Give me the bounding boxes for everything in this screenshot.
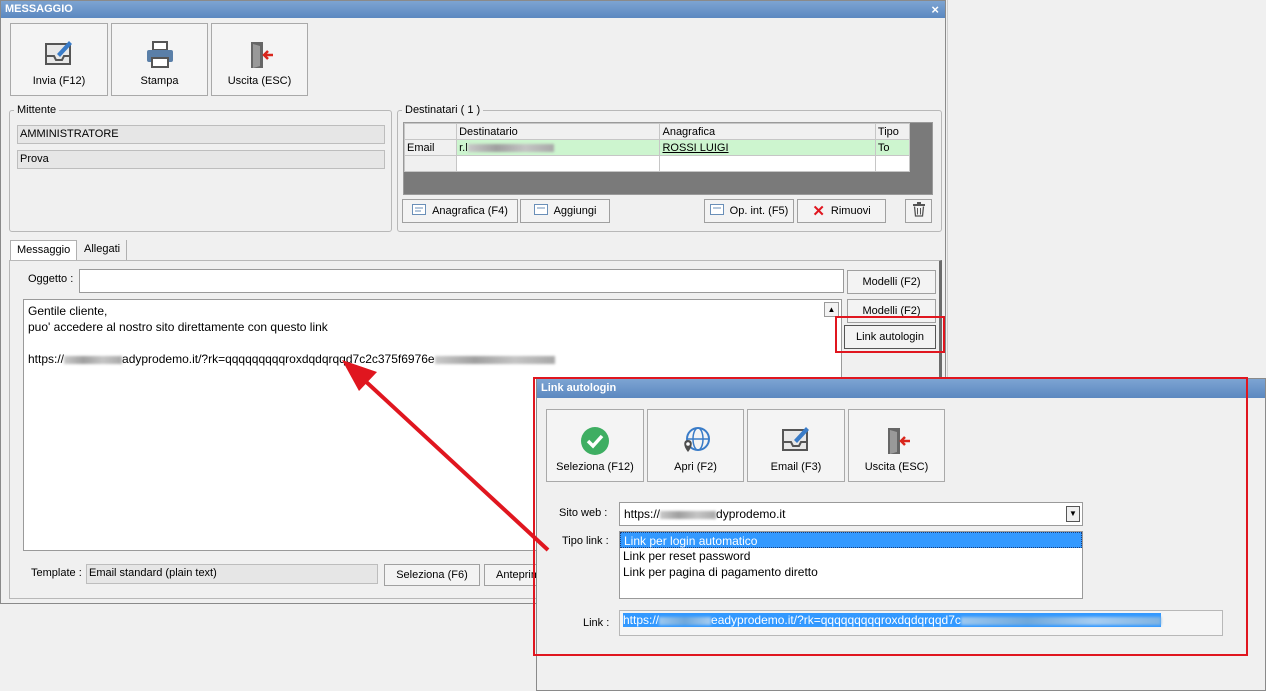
table-row-empty[interactable]	[403, 155, 911, 172]
dialog-titlebar: Link autologin	[537, 379, 1265, 398]
globe-pin-icon	[648, 424, 743, 458]
recipient-cell[interactable]: r.l	[456, 139, 661, 156]
site-label: Sito web :	[559, 507, 608, 519]
apri-button[interactable]: Apri (F2)	[647, 409, 744, 482]
send-button-label: Invia (F12)	[32, 75, 86, 87]
card-icon	[533, 204, 548, 218]
link-label: Link :	[583, 617, 610, 629]
card-icon	[412, 204, 427, 218]
remove-button-label: Rimuovi	[830, 205, 871, 217]
list-item-login-automatico[interactable]: Link per login automatico	[620, 532, 1082, 548]
redacted-blur	[467, 143, 554, 152]
link-type-label: Tipo link :	[562, 535, 609, 547]
models-button-body[interactable]: Modelli (F2)	[847, 299, 936, 323]
tab-messaggio[interactable]: Messaggio	[10, 240, 78, 260]
recipients-grid[interactable]: Destinatario Anagrafica Tipo Email r.l R…	[403, 122, 933, 195]
select-template-button[interactable]: Seleziona (F6)	[384, 564, 480, 586]
anagrafica-button-label: Anagrafica (F4)	[432, 205, 508, 217]
seleziona-button-label: Seleziona (F12)	[556, 461, 634, 473]
link-output-mid: eadyprodemo.it/?rk=qqqqqqqqqroxdqdqrqqd7…	[711, 613, 961, 627]
link-output-text: https:// eadyprodemo.it/?rk=qqqqqqqqqroxd…	[623, 613, 1161, 627]
add-recipient-button[interactable]: Aggiungi	[520, 199, 610, 223]
send-button[interactable]: Invia (F12)	[10, 23, 108, 96]
redacted-blur	[960, 616, 1161, 625]
message-titlebar: MESSAGGIO ×	[1, 1, 945, 18]
sender-detail-field: Prova	[17, 150, 385, 169]
redacted-blur	[659, 616, 712, 625]
anagrafica-cell[interactable]: ROSSI LUIGI	[659, 139, 876, 156]
body-link-mid: adyprodemo.it/?rk=qqqqqqqqqroxdqdqrqqd7c…	[122, 352, 435, 366]
recipient-prefix: r.l	[459, 141, 468, 154]
print-button-label: Stampa	[140, 75, 179, 87]
op-int-label: Op. int. (F5)	[729, 205, 789, 217]
exit-door-icon	[212, 38, 307, 72]
sender-name-field: AMMINISTRATORE	[17, 125, 385, 144]
site-prefix: https://	[624, 507, 661, 521]
trash-button[interactable]	[905, 199, 932, 223]
send-mail-icon	[748, 424, 844, 458]
remove-button[interactable]: ✕ Rimuovi	[797, 199, 886, 223]
trash-icon	[912, 202, 926, 220]
op-int-button[interactable]: Op. int. (F5)	[704, 199, 794, 223]
template-field: Email standard (plain text)	[86, 564, 378, 584]
grid-corner	[403, 123, 458, 140]
background-area	[947, 0, 1266, 378]
body-line-1: Gentile cliente,	[28, 304, 108, 318]
column-anagrafica[interactable]: Anagrafica	[659, 123, 876, 140]
exit-button-label: Uscita (ESC)	[227, 75, 292, 87]
template-label: Template :	[31, 567, 82, 579]
seleziona-button[interactable]: Seleziona (F12)	[546, 409, 644, 482]
link-autologin-dialog: Link autologin Seleziona (F12) Apri (F2)…	[536, 378, 1266, 691]
subject-label: Oggetto :	[28, 273, 74, 285]
tab-allegati[interactable]: Allegati	[78, 240, 128, 260]
site-suffix: dyprodemo.it	[716, 507, 786, 521]
table-row[interactable]: Email r.l ROSSI LUIGI To	[403, 139, 911, 156]
window-title: MESSAGGIO	[5, 3, 73, 15]
subject-input[interactable]	[79, 269, 844, 293]
dialog-exit-button[interactable]: Uscita (ESC)	[848, 409, 945, 482]
redacted-blur	[64, 355, 123, 364]
check-circle-icon	[547, 424, 643, 458]
printer-icon	[112, 38, 207, 72]
body-link-prefix: https://	[28, 352, 65, 366]
link-output-prefix: https://	[623, 613, 660, 627]
exit-button[interactable]: Uscita (ESC)	[211, 23, 308, 96]
scroll-up-arrow-icon[interactable]: ▲	[824, 302, 839, 317]
body-line-2: puo' accedere al nostro sito direttament…	[28, 320, 328, 334]
redacted-blur	[434, 355, 555, 364]
list-item-reset-password[interactable]: Link per reset password	[620, 548, 1082, 564]
column-tipo[interactable]: Tipo	[874, 123, 911, 140]
dialog-exit-label: Uscita (ESC)	[864, 461, 929, 473]
exit-door-icon	[849, 424, 944, 458]
card-icon	[709, 204, 724, 218]
chevron-down-icon[interactable]: ▼	[1066, 506, 1080, 522]
dialog-title: Link autologin	[541, 382, 617, 394]
preview-button[interactable]: Anteprim	[484, 564, 544, 586]
redacted-blur	[660, 510, 717, 519]
link-type-list[interactable]: Link per login automatico Link per reset…	[619, 531, 1083, 599]
anagrafica-button[interactable]: Anagrafica (F4)	[402, 199, 518, 223]
column-destinatario[interactable]: Destinatario	[456, 123, 661, 140]
sender-group-title: Mittente	[14, 104, 60, 116]
site-dropdown[interactable]: https:// dyprodemo.it ▼	[619, 502, 1083, 526]
close-icon[interactable]: ×	[931, 1, 939, 18]
row-type-cell: Email	[403, 139, 458, 156]
grid-header-row: Destinatario Anagrafica Tipo	[403, 123, 911, 140]
send-mail-icon	[11, 38, 107, 72]
link-output-field[interactable]: https:// eadyprodemo.it/?rk=qqqqqqqqqroxd…	[619, 610, 1223, 636]
link-autologin-button[interactable]: Link autologin	[844, 325, 936, 349]
red-x-icon: ✕	[812, 203, 825, 220]
email-button-label: Email (F3)	[770, 461, 822, 473]
tipo-cell[interactable]: To	[874, 139, 911, 156]
recipients-group-title: Destinatari ( 1 )	[402, 104, 484, 116]
list-item-pagamento-diretto[interactable]: Link per pagina di pagamento diretto	[620, 564, 1082, 580]
email-button[interactable]: Email (F3)	[747, 409, 845, 482]
apri-button-label: Apri (F2)	[674, 461, 717, 473]
models-button-subject[interactable]: Modelli (F2)	[847, 270, 936, 294]
body-link-line: https:// adyprodemo.it/?rk=qqqqqqqqqroxdq…	[28, 351, 837, 367]
print-button[interactable]: Stampa	[111, 23, 208, 96]
add-recipient-label: Aggiungi	[553, 205, 597, 217]
